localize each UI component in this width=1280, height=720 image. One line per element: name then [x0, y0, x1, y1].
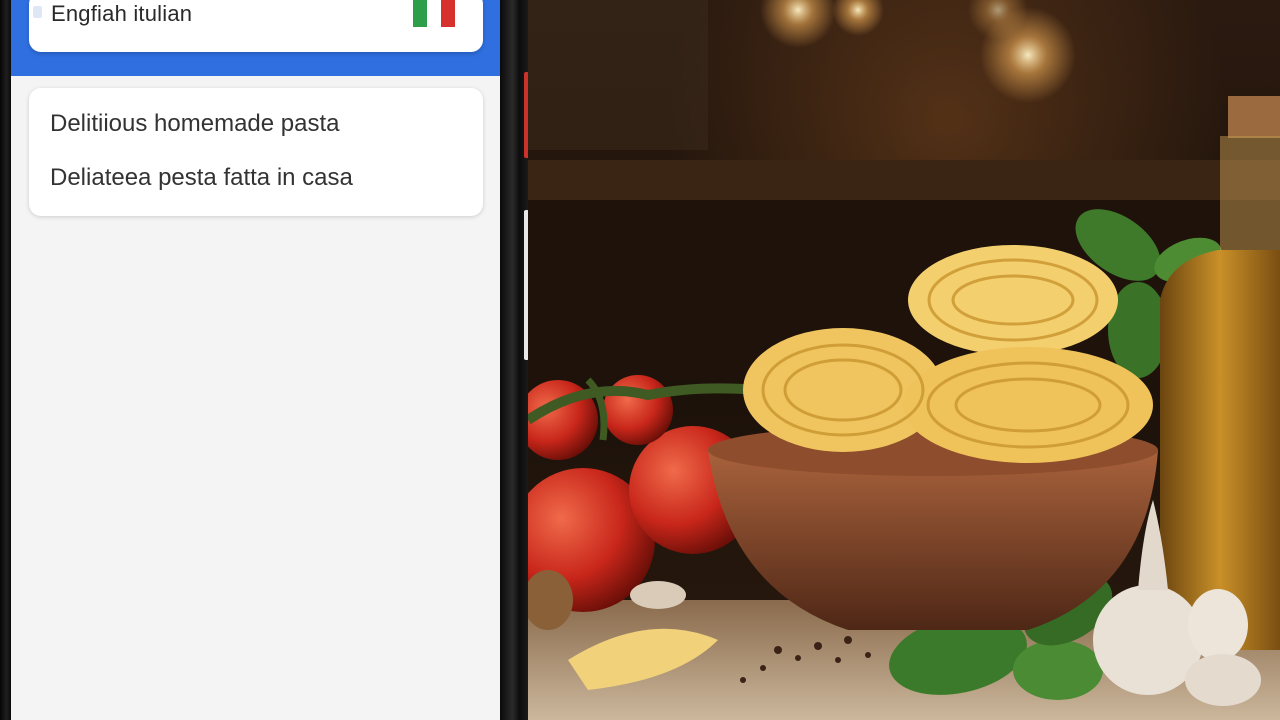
- italian-flag-icon[interactable]: [413, 0, 455, 27]
- app-header: Engfiah itulian: [11, 0, 500, 76]
- flag-stripe-white: [427, 0, 441, 27]
- language-pair-label: Engfiah itulian: [51, 1, 193, 26]
- language-selector[interactable]: Engfiah itulian: [29, 0, 483, 52]
- phone-screen: Engfiah itulian Delitiious homemade past…: [11, 0, 500, 720]
- translation-card[interactable]: Delitiious homemade pasta Deliateea pest…: [29, 88, 483, 216]
- flag-stripe-red: [441, 0, 455, 27]
- kitchen-photo: [528, 0, 1280, 720]
- scene: Engfiah itulian Delitiious homemade past…: [0, 0, 1280, 720]
- phone-bezel-left: [0, 0, 11, 720]
- translated-text: Deliateea pesta fatta in casa: [50, 164, 353, 191]
- phone: Engfiah itulian Delitiious homemade past…: [0, 0, 533, 720]
- pasta-still-life-image: [528, 0, 1280, 720]
- source-text: Delitiious homemade pasta: [50, 110, 340, 137]
- checkbox-icon[interactable]: [33, 6, 42, 18]
- flag-stripe-green: [413, 0, 427, 27]
